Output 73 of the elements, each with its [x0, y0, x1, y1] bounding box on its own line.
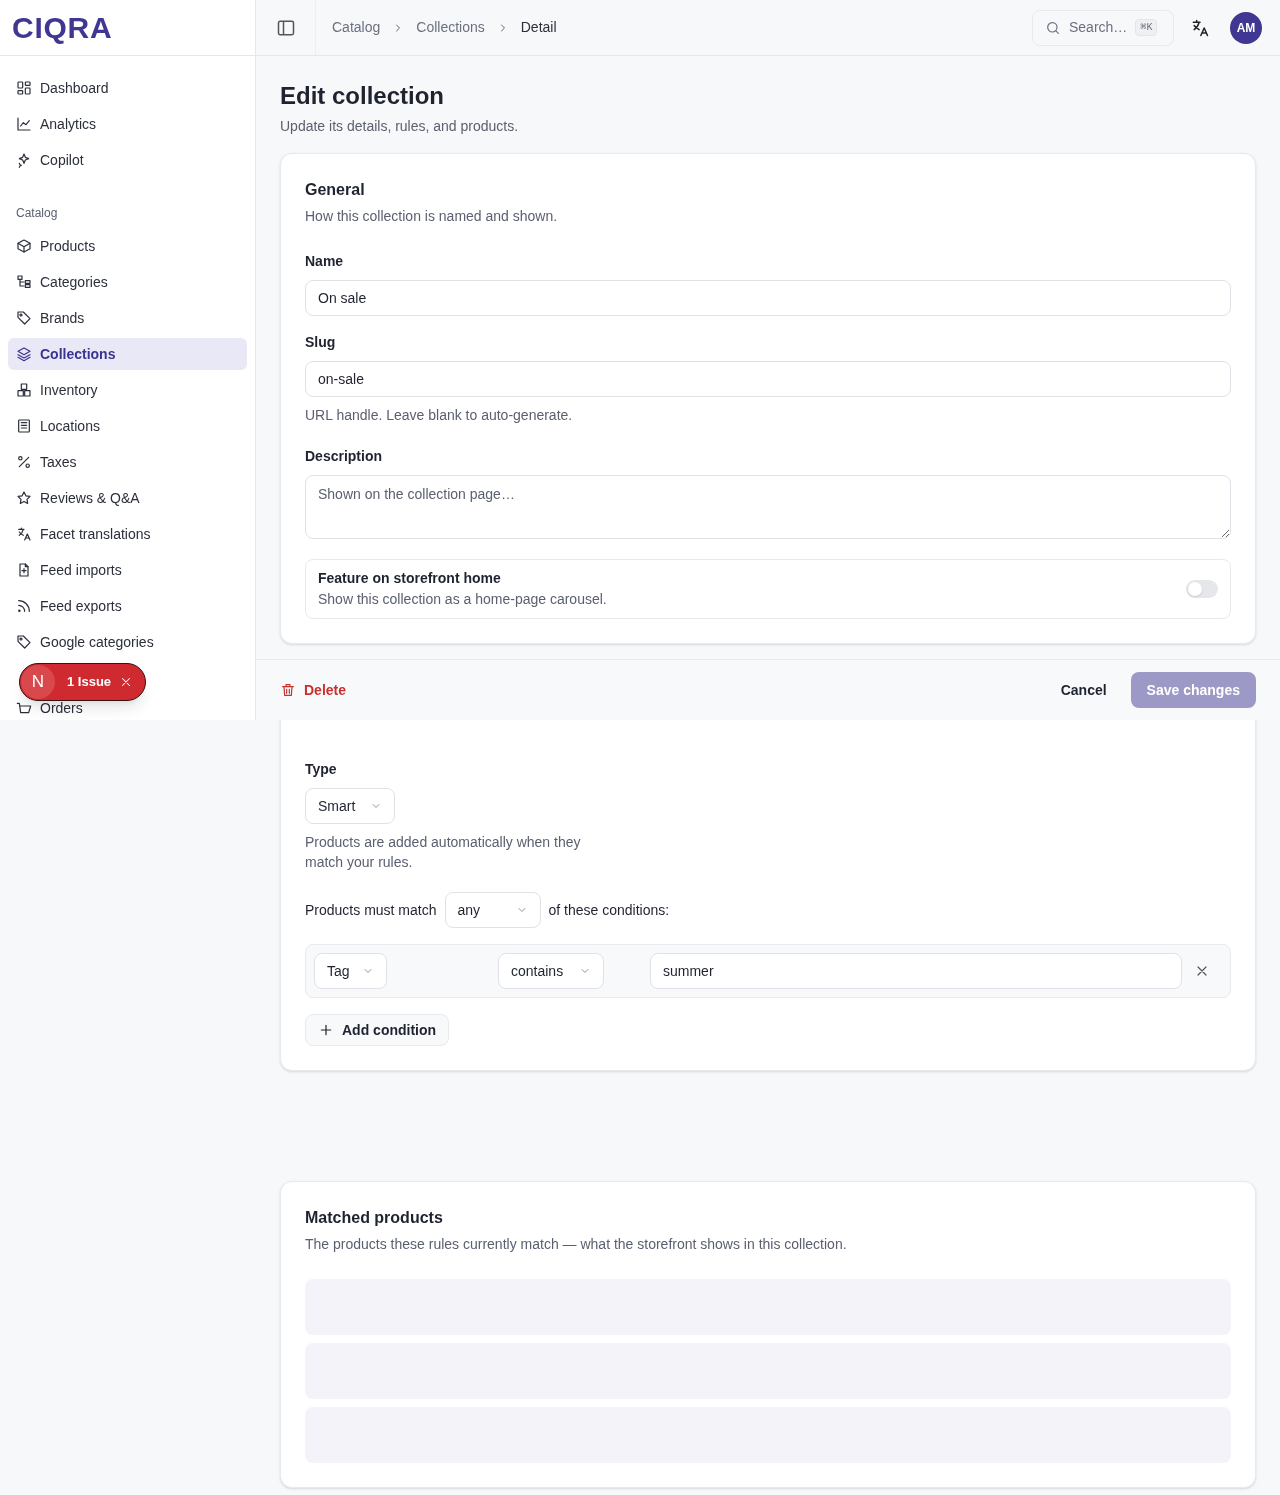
breadcrumb-link[interactable]: Detail — [520, 17, 557, 38]
sparkle-icon — [16, 152, 32, 168]
value-field[interactable]: summer — [650, 953, 1182, 989]
translate-icon — [16, 526, 32, 542]
match-label: of these conditions: — [548, 900, 670, 920]
sidebar-item[interactable]: Brands — [8, 302, 247, 334]
search-icon — [1045, 19, 1061, 36]
help-text: URL handle. Leave blank to auto-generate. — [305, 406, 574, 425]
sidebar-item[interactable]: Analytics — [8, 108, 247, 140]
card-title: General — [305, 180, 366, 200]
translate-icon — [1190, 17, 1210, 38]
card-subtitle: How this collection is named and shown. — [305, 207, 559, 226]
sidebar-item[interactable]: Reviews & Q&A — [8, 482, 247, 514]
brand-logo[interactable]: CIQRA — [12, 5, 113, 50]
sidebar-item[interactable]: Taxes — [8, 446, 247, 478]
input-field[interactable]: on-sale — [305, 361, 1231, 397]
shortcut-key: ⌘K — [1135, 19, 1158, 36]
sidebar-item[interactable]: Feed imports — [8, 554, 247, 586]
match-select[interactable]: any — [444, 892, 541, 928]
field-select[interactable]: Tag — [314, 953, 387, 989]
search-field[interactable]: Search… ⌘K — [1032, 9, 1174, 46]
sidebar-item[interactable]: Dashboard — [8, 72, 247, 104]
user-avatar[interactable]: AM — [1230, 11, 1262, 44]
setting-description: Show this collection as a home-page carousel. — [318, 590, 608, 609]
sidebar-item[interactable]: Google categories — [8, 626, 247, 658]
sidebar-item[interactable]: Locations — [8, 410, 247, 442]
field-label: Name — [305, 252, 345, 271]
sidebar-item[interactable]: Inventory — [8, 374, 247, 406]
building-icon — [16, 418, 32, 434]
plus-icon — [318, 1022, 334, 1038]
cart-icon — [16, 700, 32, 716]
input-field[interactable]: On sale — [305, 280, 1231, 316]
grid-icon — [16, 80, 32, 96]
page-title: Edit collection — [280, 81, 445, 111]
boxes-icon — [16, 382, 32, 398]
field-label: Description — [305, 447, 383, 466]
chart-icon — [16, 116, 32, 132]
delete-button[interactable]: Delete — [280, 679, 347, 701]
tag-icon — [16, 634, 32, 650]
cancel-button[interactable]: Cancel — [1044, 679, 1123, 701]
sidebar-item[interactable]: Facet translations — [8, 518, 247, 550]
sidebar-item[interactable]: Collections — [8, 338, 247, 370]
sidebar-item[interactable]: Products — [8, 230, 247, 262]
layers-icon — [16, 346, 32, 362]
sidebar-item[interactable]: Categories — [8, 266, 247, 298]
type-select[interactable]: Smart — [305, 788, 395, 824]
tag-icon — [16, 310, 32, 326]
n-badge: N — [21, 665, 55, 699]
help-text: Products are added automatically when they match your rules. — [305, 833, 582, 872]
box-icon — [16, 238, 32, 254]
operator-select[interactable]: contains — [498, 953, 604, 989]
breadcrumb-link[interactable]: Catalog — [332, 17, 381, 38]
rss-icon — [16, 598, 32, 614]
sidebar-item[interactable]: Copilot — [8, 144, 247, 176]
sidebar-item[interactable]: Feed exports — [8, 590, 247, 622]
add-condition-button[interactable]: Add condition — [305, 1014, 450, 1046]
page-subtitle: Update its details, rules, and products. — [280, 117, 520, 136]
feature-toggle[interactable] — [1186, 580, 1218, 598]
star-icon — [16, 490, 32, 506]
field-label: Slug — [305, 333, 337, 352]
card-subtitle: The products these rules currently match — what the storefront shows in this collection. — [305, 1235, 848, 1254]
file-icon — [16, 562, 32, 578]
card-title: Matched products — [305, 1208, 444, 1228]
breadcrumb-link[interactable]: Collections — [416, 17, 485, 38]
match-label: Products must match — [305, 900, 437, 920]
trash-icon — [280, 682, 296, 698]
setting-title: Feature on storefront home — [318, 569, 502, 588]
field-label: Type — [305, 760, 338, 779]
issue-toast[interactable]: N 1 Issue — [19, 663, 147, 701]
percent-icon — [16, 454, 32, 470]
tree-icon — [16, 274, 32, 290]
description-field[interactable]: Shown on the collection page… — [305, 475, 1231, 539]
section-label: Catalog — [15, 205, 59, 222]
